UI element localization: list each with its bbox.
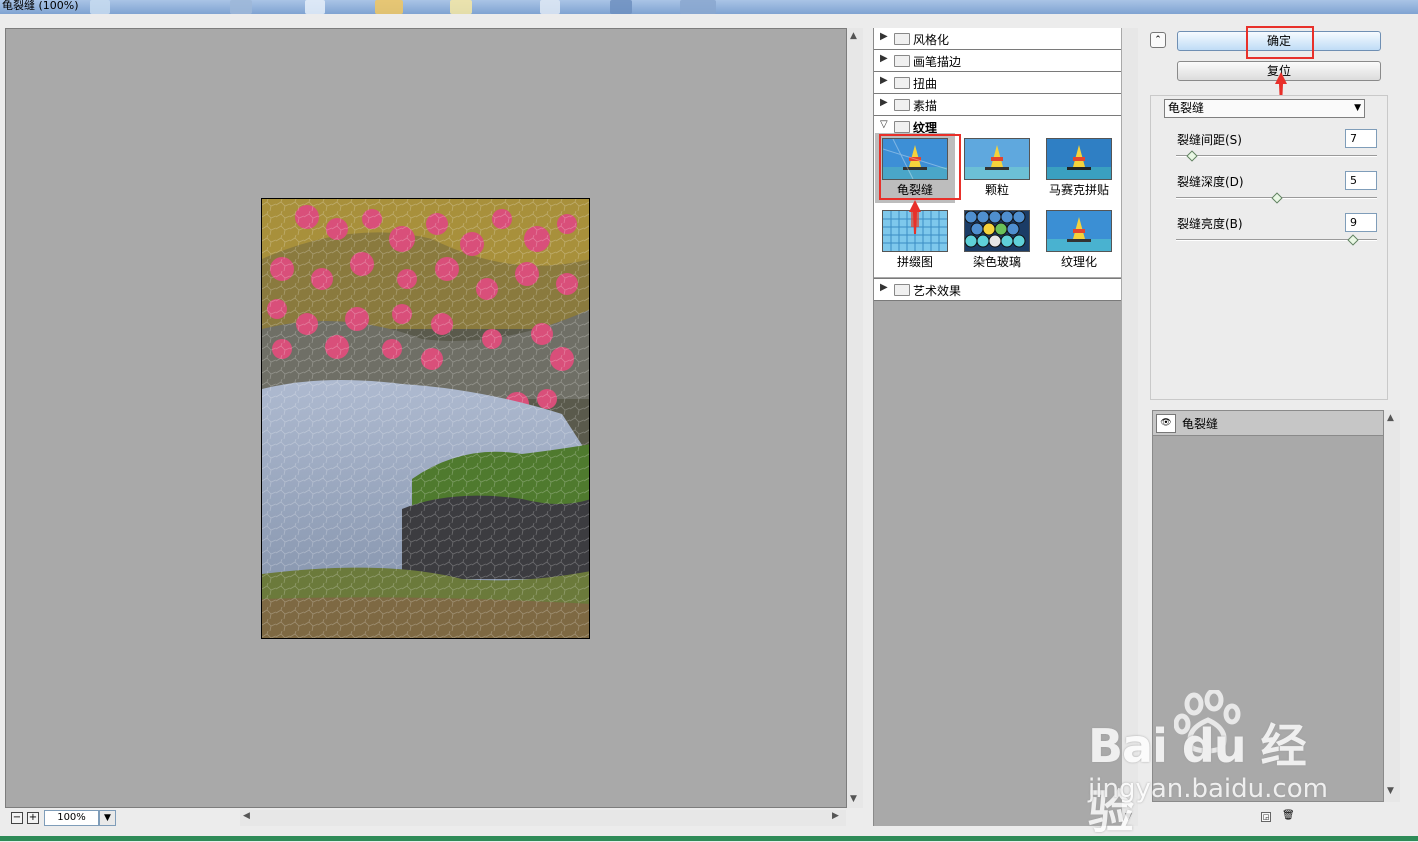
taskbar-icon xyxy=(90,0,110,14)
taskbar-icon xyxy=(610,0,632,14)
collapse-triangle-icon[interactable]: ▽ xyxy=(880,119,888,130)
taskbar-icon xyxy=(540,0,560,14)
thumb-grain[interactable]: 颗粒 xyxy=(957,133,1037,203)
folder-icon xyxy=(894,77,910,89)
crack-spacing-slider[interactable] xyxy=(1176,155,1377,157)
cracked-texture-photo xyxy=(262,199,589,638)
dropdown-arrow-icon[interactable]: ▼ xyxy=(1354,100,1361,117)
taskbar-icon xyxy=(305,0,325,14)
preview-image[interactable] xyxy=(261,198,590,639)
thumb-label: 颗粒 xyxy=(984,183,1009,197)
highlight-ok-button xyxy=(1246,26,1314,59)
thumb-label: 纹理化 xyxy=(1060,255,1097,269)
crack-depth-input[interactable]: 5 xyxy=(1345,171,1377,190)
taskbar-icon xyxy=(230,0,252,14)
folder-icon xyxy=(894,33,910,45)
taskbar-icon xyxy=(680,0,716,14)
thumb-label: 马赛克拼贴 xyxy=(1048,183,1109,197)
crack-brightness-label: 裂缝亮度(B) xyxy=(1177,217,1243,231)
window-bottom-border xyxy=(0,836,1418,841)
taskbar-icon xyxy=(375,0,403,14)
grain-thumbnail xyxy=(964,138,1030,180)
texturizer-thumbnail xyxy=(1046,210,1112,252)
folder-icon xyxy=(894,55,910,67)
scroll-left-icon[interactable]: ◀ xyxy=(243,811,250,821)
scroll-up-icon[interactable]: ▲ xyxy=(1387,413,1394,423)
folder-artistic[interactable]: ▶ 艺术效果 xyxy=(874,278,1121,301)
folder-label: 艺术效果 xyxy=(913,284,962,298)
eye-icon[interactable]: 👁 xyxy=(1156,414,1176,433)
folder-stylize[interactable]: ▶ 风格化 xyxy=(874,28,1121,50)
zoom-in-button[interactable]: + xyxy=(27,812,39,824)
zoom-out-button[interactable]: − xyxy=(11,812,23,824)
scroll-down-icon[interactable]: ▼ xyxy=(850,794,857,804)
thumb-label: 染色玻璃 xyxy=(972,255,1021,269)
effect-layer-name: 龟裂缝 xyxy=(1182,417,1219,431)
crack-spacing-label: 裂缝间距(S) xyxy=(1177,133,1242,147)
window-titlebar: 龟裂缝 (100%) xyxy=(0,0,1418,14)
scroll-up-icon[interactable]: ▲ xyxy=(850,31,857,41)
watermark-url: jingyan.baidu.com xyxy=(1088,774,1328,804)
expand-triangle-icon[interactable]: ▶ xyxy=(880,97,888,108)
preview-horizontal-scrollbar[interactable]: ◀ ▶ xyxy=(240,810,846,826)
taskbar-icon xyxy=(450,0,472,14)
highlight-selected-filter xyxy=(879,134,961,200)
folder-label: 素描 xyxy=(913,99,938,113)
thumb-texturizer[interactable]: 纹理化 xyxy=(1039,205,1119,275)
folder-label: 扭曲 xyxy=(913,77,938,91)
folder-distort[interactable]: ▶ 扭曲 xyxy=(874,72,1121,94)
stained-glass-thumbnail xyxy=(964,210,1030,252)
scroll-down-icon[interactable]: ▼ xyxy=(1387,786,1394,796)
thumb-mosaic-tiles[interactable]: 马赛克拼贴 xyxy=(1039,133,1119,203)
folder-label: 画笔描边 xyxy=(913,55,962,69)
crack-depth-label: 裂缝深度(D) xyxy=(1177,175,1244,189)
expand-triangle-icon[interactable]: ▶ xyxy=(880,53,888,64)
scroll-right-icon[interactable]: ▶ xyxy=(832,811,839,821)
expand-triangle-icon[interactable]: ▶ xyxy=(880,75,888,86)
folder-icon xyxy=(894,99,910,111)
preview-vertical-scrollbar[interactable]: ▲ ▼ xyxy=(847,28,863,808)
thumb-stained-glass[interactable]: 染色玻璃 xyxy=(957,205,1037,275)
folder-label: 风格化 xyxy=(913,33,950,47)
layers-scrollbar[interactable]: ▲ ▼ xyxy=(1384,410,1400,802)
folder-icon xyxy=(894,284,910,296)
effect-layer-row[interactable]: 👁 龟裂缝 xyxy=(1153,411,1383,436)
expand-triangle-icon[interactable]: ▶ xyxy=(880,31,888,42)
collapse-panel-button[interactable]: ⌃ xyxy=(1150,32,1166,48)
crack-brightness-input[interactable]: 9 xyxy=(1345,213,1377,232)
red-arrow-icon xyxy=(909,200,921,234)
zoom-level-field[interactable]: 100% xyxy=(44,810,99,826)
folder-sketch[interactable]: ▶ 素描 xyxy=(874,94,1121,116)
thumb-label: 拼缀图 xyxy=(896,255,933,269)
folder-open-icon xyxy=(894,121,910,133)
baidu-watermark: Bai du 经验 jingyan.baidu.com xyxy=(1088,690,1348,839)
mosaic-tiles-thumbnail xyxy=(1046,138,1112,180)
folder-brush-strokes[interactable]: ▶ 画笔描边 xyxy=(874,50,1121,72)
expand-triangle-icon[interactable]: ▶ xyxy=(880,282,888,293)
zoom-dropdown-button[interactable]: ▼ xyxy=(99,810,116,826)
filter-select-value: 龟裂缝 xyxy=(1168,101,1205,115)
window-title: 龟裂缝 (100%) xyxy=(2,0,79,12)
crack-spacing-input[interactable]: 7 xyxy=(1345,129,1377,148)
filter-type-select[interactable]: 龟裂缝 ▼ xyxy=(1164,99,1365,118)
